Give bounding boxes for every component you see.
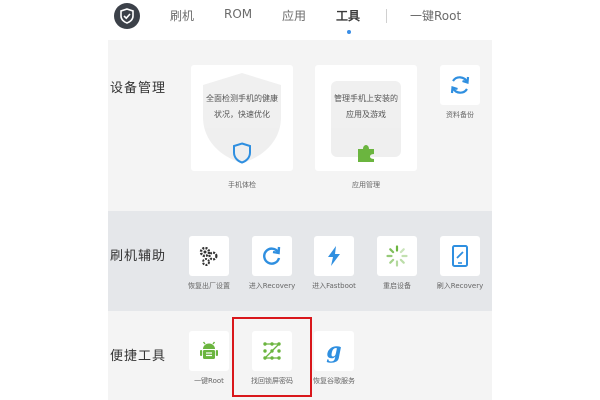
- data-backup-tile[interactable]: [440, 65, 480, 105]
- flash-recovery-tile[interactable]: [440, 236, 480, 276]
- reboot-device-tile[interactable]: [377, 236, 417, 276]
- nav-item-one-click-root[interactable]: 一键Root: [410, 7, 461, 24]
- phone-checkup-description-line1: 全面检测手机的健康: [206, 94, 278, 103]
- enter-recovery-label[interactable]: 进入Recovery: [237, 281, 307, 291]
- android-icon: [200, 341, 218, 359]
- puzzle-icon: [358, 145, 374, 162]
- enter-fastboot-label[interactable]: 进入Fastboot: [299, 281, 369, 291]
- tablet-icon: [452, 245, 468, 267]
- nav-item-rom[interactable]: ROM: [224, 7, 252, 21]
- reboot-device-label[interactable]: 重启设备: [362, 281, 432, 291]
- app-management-label[interactable]: 应用管理: [331, 180, 401, 190]
- phone-checkup-description-line2: 状况，快速优化: [214, 110, 270, 119]
- one-click-root-tile[interactable]: [189, 331, 229, 371]
- enter-fastboot-tile[interactable]: [314, 236, 354, 276]
- loading-icon: [386, 245, 408, 267]
- section-title-flash-helper: 刷机辅助: [110, 249, 167, 264]
- section-title-quick-tools: 便捷工具: [110, 349, 167, 364]
- top-nav-bar: 刷机 ROM 应用 工具 一键Root: [108, 0, 600, 40]
- device-management-section: 设备管理 全面检测手机的健康 状况，快速优化 手机体检 管理手机上安装的 应用及…: [108, 40, 492, 211]
- app-management-description-line1: 管理手机上安装的: [334, 94, 398, 103]
- lightning-icon: [328, 246, 340, 266]
- factory-reset-label[interactable]: 恢复出厂设置: [174, 281, 244, 291]
- section-title-device-management: 设备管理: [110, 81, 167, 96]
- restore-google-services-tile[interactable]: g: [314, 331, 354, 371]
- gears-icon: [199, 246, 218, 266]
- google-g-icon: g: [326, 339, 341, 363]
- flash-helper-section: 刷机辅助 恢复出厂设置 进入Recovery 进入Fastboot 重启设备 刷…: [108, 211, 492, 311]
- nav-separator: [386, 9, 387, 23]
- nav-item-apps[interactable]: 应用: [282, 7, 306, 24]
- refresh-icon: [263, 246, 281, 265]
- data-backup-label[interactable]: 资料备份: [425, 110, 495, 120]
- highlight-box: [232, 317, 312, 397]
- shield-logo-icon[interactable]: [114, 3, 140, 29]
- sync-icon: [450, 76, 470, 94]
- app-management-card[interactable]: 管理手机上安装的 应用及游戏: [315, 65, 417, 171]
- enter-recovery-tile[interactable]: [252, 236, 292, 276]
- phone-checkup-label[interactable]: 手机体检: [207, 180, 277, 190]
- svg-text:g: g: [326, 339, 341, 363]
- active-tab-indicator: [347, 30, 351, 34]
- factory-reset-tile[interactable]: [189, 236, 229, 276]
- shield-icon: [233, 142, 251, 164]
- phone-checkup-card[interactable]: 全面检测手机的健康 状况，快速优化: [191, 65, 293, 171]
- nav-item-flash[interactable]: 刷机: [170, 7, 194, 24]
- flash-recovery-label[interactable]: 刷入Recovery: [425, 281, 495, 291]
- nav-item-tools[interactable]: 工具: [336, 7, 360, 24]
- app-management-description-line2: 应用及游戏: [346, 110, 386, 119]
